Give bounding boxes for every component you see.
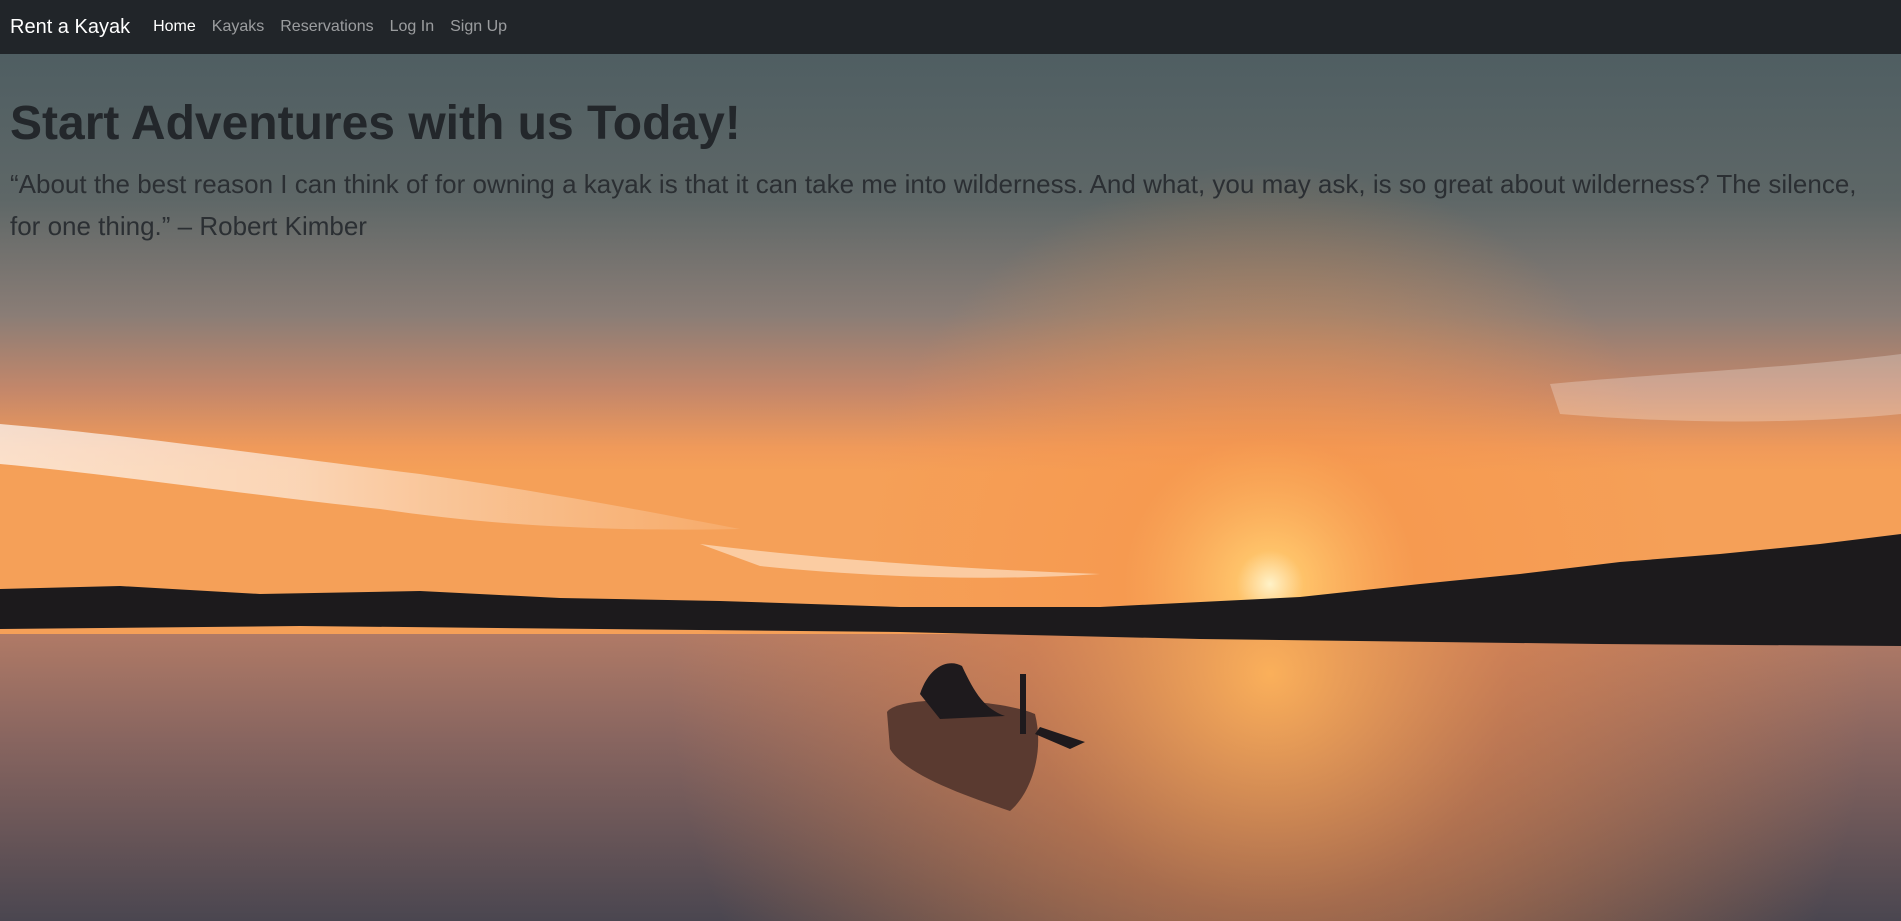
nav-item-kayaks: Kayaks (212, 18, 280, 36)
hero-title: Start Adventures with us Today! (10, 97, 741, 150)
navbar: Rent a Kayak Home Kayaks Reservations Lo… (0, 0, 1901, 54)
nav-link-home[interactable]: Home (153, 18, 196, 35)
nav-link-kayaks[interactable]: Kayaks (212, 18, 264, 35)
hero-section: Start Adventures with us Today! “About t… (0, 54, 1901, 921)
nav-item-signup: Sign Up (450, 18, 523, 36)
brand-link[interactable]: Rent a Kayak (10, 16, 130, 39)
nav-link-login[interactable]: Log In (390, 18, 434, 35)
nav-link-reservations[interactable]: Reservations (280, 18, 373, 35)
hero-text: Start Adventures with us Today! “About t… (10, 54, 1890, 247)
nav-item-home: Home (153, 18, 212, 36)
nav-item-login: Log In (390, 18, 450, 36)
nav-link-signup[interactable]: Sign Up (450, 18, 507, 35)
hero-quote: “About the best reason I can think of fo… (10, 168, 1857, 241)
nav-item-reservations: Reservations (280, 18, 389, 36)
nav-list: Home Kayaks Reservations Log In Sign Up (153, 18, 523, 36)
